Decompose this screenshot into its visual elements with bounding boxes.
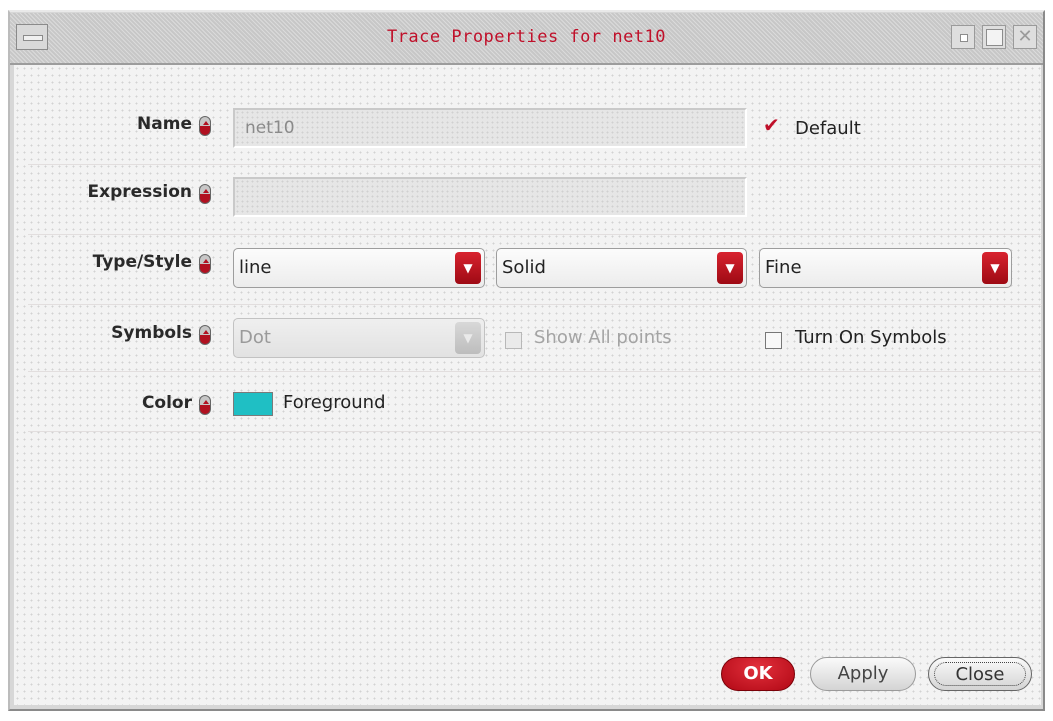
maximize-button[interactable] xyxy=(982,25,1006,49)
trace-properties-window: Trace Properties for net10 ✕ Name ✔ Defa… xyxy=(0,0,1053,721)
type-style-spinner-icon[interactable] xyxy=(199,254,211,274)
trace-type-combo[interactable]: line ▼ xyxy=(233,248,485,288)
symbol-combo[interactable]: Dot ▼ xyxy=(233,318,485,358)
ok-button[interactable]: OK xyxy=(721,657,795,691)
row-divider xyxy=(28,304,1042,305)
row-divider xyxy=(28,431,1042,432)
expression-field[interactable] xyxy=(233,177,747,217)
close-button[interactable]: Close xyxy=(928,657,1032,691)
symbols-spinner-icon[interactable] xyxy=(199,325,211,345)
show-all-points-checkbox[interactable] xyxy=(505,332,522,349)
name-field[interactable] xyxy=(233,108,747,148)
symbols-label: Symbols xyxy=(111,323,192,343)
expression-spinner-icon[interactable] xyxy=(199,184,211,204)
minimize-button[interactable] xyxy=(951,25,975,49)
dropdown-arrow-icon: ▼ xyxy=(717,252,743,284)
line-width-value: Fine xyxy=(765,257,802,278)
close-window-button[interactable]: ✕ xyxy=(1013,25,1037,49)
close-button-label: Close xyxy=(934,662,1026,686)
line-style-value: Solid xyxy=(502,257,546,278)
color-label: Color xyxy=(141,393,192,413)
color-spinner-icon[interactable] xyxy=(199,395,211,415)
window-title: Trace Properties for net10 xyxy=(386,27,667,47)
name-label: Name xyxy=(137,114,192,134)
row-divider xyxy=(28,164,1042,165)
minimize-icon xyxy=(960,34,968,42)
turn-on-symbols-label: Turn On Symbols xyxy=(795,327,947,348)
dropdown-arrow-icon: ▼ xyxy=(982,252,1008,284)
dropdown-arrow-icon: ▼ xyxy=(455,322,481,354)
type-style-label: Type/Style xyxy=(92,252,192,272)
maximize-icon xyxy=(986,29,1003,46)
default-checkbox[interactable]: ✔ xyxy=(763,115,782,137)
row-divider xyxy=(28,371,1042,372)
apply-button[interactable]: Apply xyxy=(810,657,916,691)
row-divider xyxy=(28,234,1042,235)
title-bar[interactable]: Trace Properties for net10 ✕ xyxy=(10,13,1043,65)
trace-type-value: line xyxy=(239,257,272,278)
checkmark-icon: ✔ xyxy=(763,113,780,137)
form-panel xyxy=(14,65,1042,705)
line-width-combo[interactable]: Fine ▼ xyxy=(759,248,1012,288)
name-spinner-icon[interactable] xyxy=(199,116,211,136)
show-all-points-label: Show All points xyxy=(534,327,672,348)
expression-label: Expression xyxy=(87,182,192,202)
default-label: Default xyxy=(795,118,861,139)
symbol-value: Dot xyxy=(239,327,271,348)
color-swatch[interactable] xyxy=(233,392,273,416)
close-icon: ✕ xyxy=(1017,26,1033,47)
color-name: Foreground xyxy=(283,392,386,413)
dropdown-arrow-icon: ▼ xyxy=(455,252,481,284)
turn-on-symbols-checkbox[interactable] xyxy=(765,332,782,349)
line-style-combo[interactable]: Solid ▼ xyxy=(496,248,747,288)
